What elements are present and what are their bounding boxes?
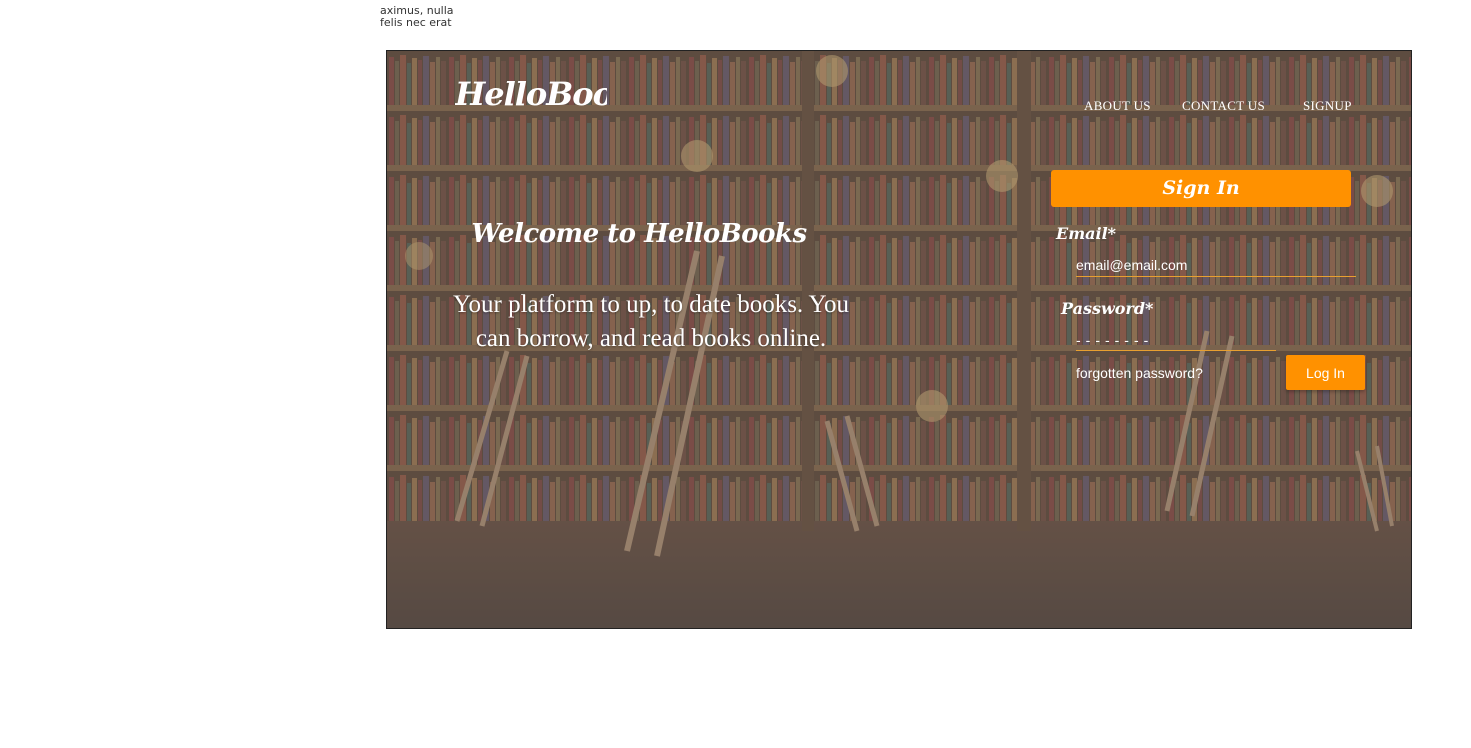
password-label: Password* (1061, 299, 1154, 318)
email-field[interactable] (1076, 254, 1356, 277)
nav-about-us[interactable]: ABOUT US (1084, 98, 1151, 114)
log-in-button[interactable]: Log In (1286, 355, 1365, 390)
hero-tagline: Your platform to up, to date books. You … (452, 291, 850, 352)
stray-text-line-2: felis nec erat (380, 16, 452, 29)
hero-section: HelloBooks ABOUT US CONTACT US SIGNUP We… (386, 50, 1412, 629)
sign-in-header: Sign In (1051, 170, 1351, 207)
forgot-password-link[interactable]: forgotten password? (1076, 365, 1203, 381)
brand-logo[interactable]: HelloBooks (455, 75, 607, 113)
email-label: Email* (1056, 224, 1117, 243)
nav-contact-us[interactable]: CONTACT US (1182, 98, 1265, 114)
welcome-heading: Welcome to HelloBooks (471, 219, 807, 249)
password-field[interactable] (1076, 330, 1276, 351)
stray-text: aximus, nulla felis nec erat (380, 5, 460, 29)
nav-signup[interactable]: SIGNUP (1303, 98, 1352, 114)
